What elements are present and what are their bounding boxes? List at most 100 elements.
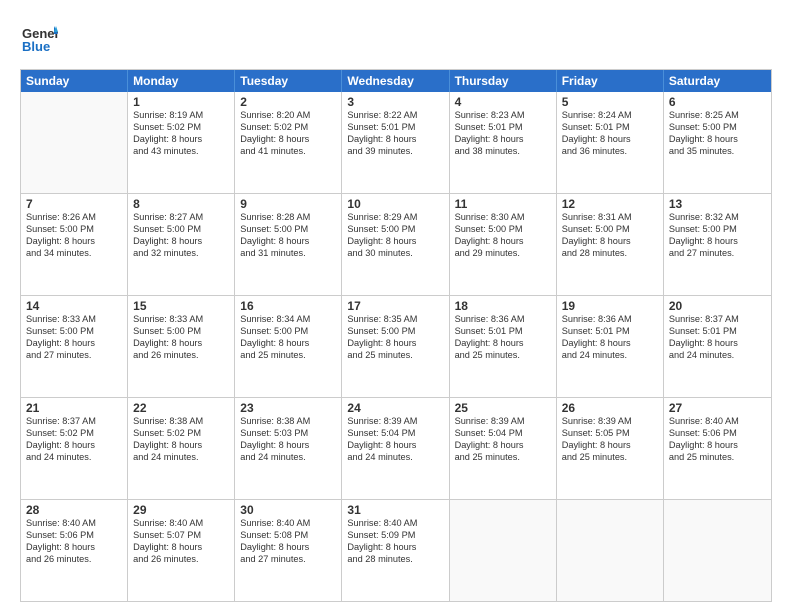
cell-text-line: and 36 minutes.	[562, 146, 658, 158]
day-cell-16: 16Sunrise: 8:34 AMSunset: 5:00 PMDayligh…	[235, 296, 342, 397]
cell-text-line: and 35 minutes.	[669, 146, 766, 158]
empty-cell	[450, 500, 557, 601]
cell-text-line: Sunrise: 8:40 AM	[240, 518, 336, 530]
cell-text-line: Daylight: 8 hours	[455, 134, 551, 146]
day-cell-20: 20Sunrise: 8:37 AMSunset: 5:01 PMDayligh…	[664, 296, 771, 397]
day-number: 20	[669, 299, 766, 313]
cell-text-line: and 38 minutes.	[455, 146, 551, 158]
cell-text-line: Sunrise: 8:22 AM	[347, 110, 443, 122]
cell-text-line: Sunset: 5:00 PM	[133, 224, 229, 236]
cell-text-line: and 34 minutes.	[26, 248, 122, 260]
weekday-header-tuesday: Tuesday	[235, 70, 342, 92]
cell-text-line: Sunset: 5:00 PM	[133, 326, 229, 338]
weekday-header-monday: Monday	[128, 70, 235, 92]
cell-text-line: Sunset: 5:02 PM	[133, 122, 229, 134]
day-cell-9: 9Sunrise: 8:28 AMSunset: 5:00 PMDaylight…	[235, 194, 342, 295]
day-number: 29	[133, 503, 229, 517]
day-number: 28	[26, 503, 122, 517]
cell-text-line: and 41 minutes.	[240, 146, 336, 158]
cell-text-line: and 30 minutes.	[347, 248, 443, 260]
cell-text-line: and 32 minutes.	[133, 248, 229, 260]
cell-text-line: and 28 minutes.	[562, 248, 658, 260]
weekday-header-friday: Friday	[557, 70, 664, 92]
day-number: 30	[240, 503, 336, 517]
cell-text-line: and 24 minutes.	[26, 452, 122, 464]
day-cell-27: 27Sunrise: 8:40 AMSunset: 5:06 PMDayligh…	[664, 398, 771, 499]
cell-text-line: Sunset: 5:00 PM	[669, 122, 766, 134]
cell-text-line: Sunset: 5:01 PM	[562, 122, 658, 134]
cell-text-line: Sunset: 5:02 PM	[133, 428, 229, 440]
day-cell-10: 10Sunrise: 8:29 AMSunset: 5:00 PMDayligh…	[342, 194, 449, 295]
cell-text-line: Sunset: 5:02 PM	[240, 122, 336, 134]
cell-text-line: Sunset: 5:03 PM	[240, 428, 336, 440]
cell-text-line: and 26 minutes.	[133, 350, 229, 362]
cell-text-line: Sunset: 5:01 PM	[669, 326, 766, 338]
cell-text-line: Sunset: 5:00 PM	[26, 326, 122, 338]
cell-text-line: Sunset: 5:06 PM	[26, 530, 122, 542]
day-number: 23	[240, 401, 336, 415]
cell-text-line: Sunrise: 8:37 AM	[669, 314, 766, 326]
day-number: 10	[347, 197, 443, 211]
cell-text-line: Sunrise: 8:27 AM	[133, 212, 229, 224]
cell-text-line: Daylight: 8 hours	[133, 236, 229, 248]
cell-text-line: Sunset: 5:00 PM	[347, 326, 443, 338]
cell-text-line: Daylight: 8 hours	[455, 338, 551, 350]
cell-text-line: and 25 minutes.	[347, 350, 443, 362]
cell-text-line: Sunset: 5:00 PM	[455, 224, 551, 236]
cell-text-line: Sunset: 5:04 PM	[455, 428, 551, 440]
cell-text-line: Daylight: 8 hours	[562, 440, 658, 452]
cell-text-line: Sunset: 5:01 PM	[455, 122, 551, 134]
empty-cell	[21, 92, 128, 193]
cell-text-line: Sunset: 5:07 PM	[133, 530, 229, 542]
day-cell-15: 15Sunrise: 8:33 AMSunset: 5:00 PMDayligh…	[128, 296, 235, 397]
day-number: 19	[562, 299, 658, 313]
cell-text-line: Sunrise: 8:26 AM	[26, 212, 122, 224]
day-number: 25	[455, 401, 551, 415]
weekday-header-sunday: Sunday	[21, 70, 128, 92]
cell-text-line: and 25 minutes.	[455, 350, 551, 362]
cell-text-line: Daylight: 8 hours	[240, 542, 336, 554]
calendar-week-5: 28Sunrise: 8:40 AMSunset: 5:06 PMDayligh…	[21, 499, 771, 601]
cell-text-line: Daylight: 8 hours	[347, 338, 443, 350]
cell-text-line: Sunrise: 8:40 AM	[26, 518, 122, 530]
day-number: 8	[133, 197, 229, 211]
cell-text-line: and 24 minutes.	[562, 350, 658, 362]
logo: General Blue	[20, 18, 58, 61]
calendar-week-2: 7Sunrise: 8:26 AMSunset: 5:00 PMDaylight…	[21, 193, 771, 295]
day-number: 18	[455, 299, 551, 313]
cell-text-line: Daylight: 8 hours	[133, 338, 229, 350]
cell-text-line: Daylight: 8 hours	[240, 236, 336, 248]
day-number: 26	[562, 401, 658, 415]
cell-text-line: Sunrise: 8:32 AM	[669, 212, 766, 224]
day-cell-24: 24Sunrise: 8:39 AMSunset: 5:04 PMDayligh…	[342, 398, 449, 499]
cell-text-line: and 24 minutes.	[669, 350, 766, 362]
day-cell-3: 3Sunrise: 8:22 AMSunset: 5:01 PMDaylight…	[342, 92, 449, 193]
cell-text-line: and 24 minutes.	[347, 452, 443, 464]
cell-text-line: Sunset: 5:01 PM	[455, 326, 551, 338]
cell-text-line: Sunset: 5:05 PM	[562, 428, 658, 440]
cell-text-line: Daylight: 8 hours	[669, 440, 766, 452]
cell-text-line: Daylight: 8 hours	[133, 542, 229, 554]
cell-text-line: Daylight: 8 hours	[455, 440, 551, 452]
day-cell-28: 28Sunrise: 8:40 AMSunset: 5:06 PMDayligh…	[21, 500, 128, 601]
cell-text-line: Daylight: 8 hours	[562, 338, 658, 350]
calendar-week-4: 21Sunrise: 8:37 AMSunset: 5:02 PMDayligh…	[21, 397, 771, 499]
day-number: 17	[347, 299, 443, 313]
cell-text-line: Sunrise: 8:35 AM	[347, 314, 443, 326]
calendar-week-1: 1Sunrise: 8:19 AMSunset: 5:02 PMDaylight…	[21, 92, 771, 193]
cell-text-line: and 25 minutes.	[455, 452, 551, 464]
day-number: 21	[26, 401, 122, 415]
day-cell-1: 1Sunrise: 8:19 AMSunset: 5:02 PMDaylight…	[128, 92, 235, 193]
cell-text-line: and 26 minutes.	[26, 554, 122, 566]
cell-text-line: Sunset: 5:01 PM	[347, 122, 443, 134]
cell-text-line: Daylight: 8 hours	[26, 542, 122, 554]
day-number: 6	[669, 95, 766, 109]
cell-text-line: Daylight: 8 hours	[240, 134, 336, 146]
day-cell-23: 23Sunrise: 8:38 AMSunset: 5:03 PMDayligh…	[235, 398, 342, 499]
day-number: 7	[26, 197, 122, 211]
cell-text-line: and 25 minutes.	[669, 452, 766, 464]
weekday-header-saturday: Saturday	[664, 70, 771, 92]
calendar: SundayMondayTuesdayWednesdayThursdayFrid…	[20, 69, 772, 602]
cell-text-line: Daylight: 8 hours	[562, 236, 658, 248]
cell-text-line: and 29 minutes.	[455, 248, 551, 260]
